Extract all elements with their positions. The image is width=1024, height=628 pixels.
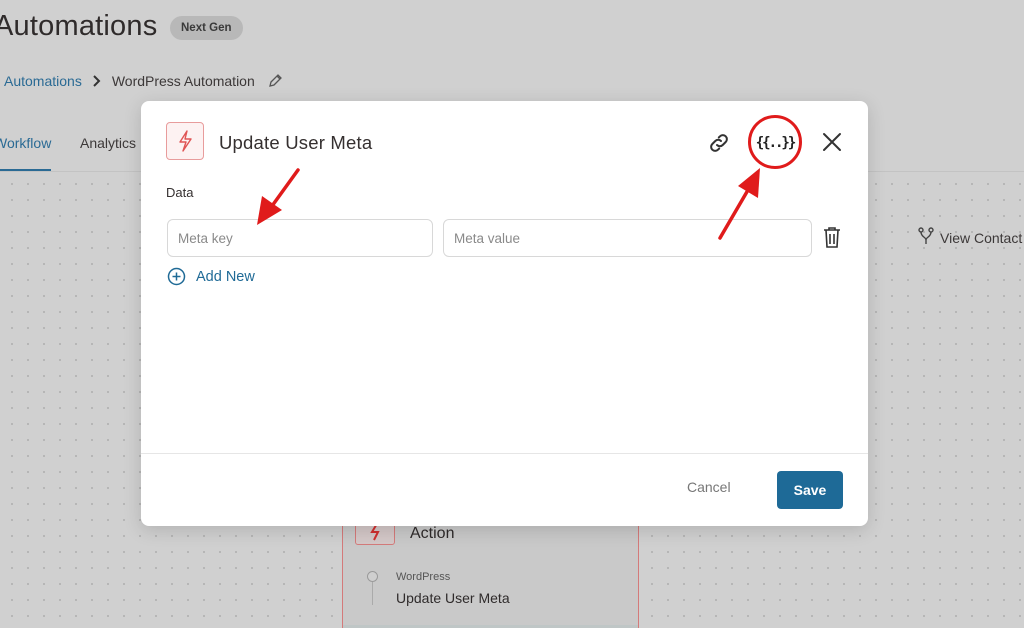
tab-analytics[interactable]: Analytics [80,135,136,151]
close-icon[interactable] [821,131,843,153]
link-icon[interactable] [707,131,731,155]
next-gen-badge: Next Gen [170,16,243,40]
page-title: Automations [0,10,158,42]
node-connector-dot [367,571,378,582]
breadcrumb-automations-link[interactable]: Automations [4,73,82,89]
meta-value-input[interactable] [443,219,812,257]
save-button[interactable]: Save [777,471,843,509]
data-label: Data [166,185,194,200]
trash-icon[interactable] [821,225,843,249]
add-new-button[interactable]: Add New [167,267,255,286]
view-contact-button[interactable]: View Contact [918,227,1022,248]
meta-key-input[interactable] [167,219,433,257]
breadcrumb-current: WordPress Automation [111,73,255,89]
plus-circle-icon [167,267,186,286]
node-category: WordPress [396,571,451,583]
dialog-footer-divider [141,453,868,454]
annotation-highlight-circle [748,115,802,169]
node-action-name: Update User Meta [396,590,510,606]
tab-workflow[interactable]: Workflow [0,135,52,171]
lightning-icon [166,122,204,160]
pencil-icon[interactable] [267,73,283,89]
chevron-right-icon [90,74,104,88]
dialog-title: Update User Meta [219,132,373,153]
branch-icon [918,227,934,248]
automation-page: Automations Next Gen Automations WordPre… [0,0,1024,628]
update-user-meta-dialog: Update User Meta {{..}} Data Add New Can… [141,101,868,526]
add-new-label: Add New [196,268,255,285]
node-title: Action [410,525,455,542]
view-contact-label: View Contact [940,229,1023,246]
breadcrumb: Automations WordPress Automation [4,73,283,89]
cancel-button[interactable]: Cancel [687,479,731,495]
